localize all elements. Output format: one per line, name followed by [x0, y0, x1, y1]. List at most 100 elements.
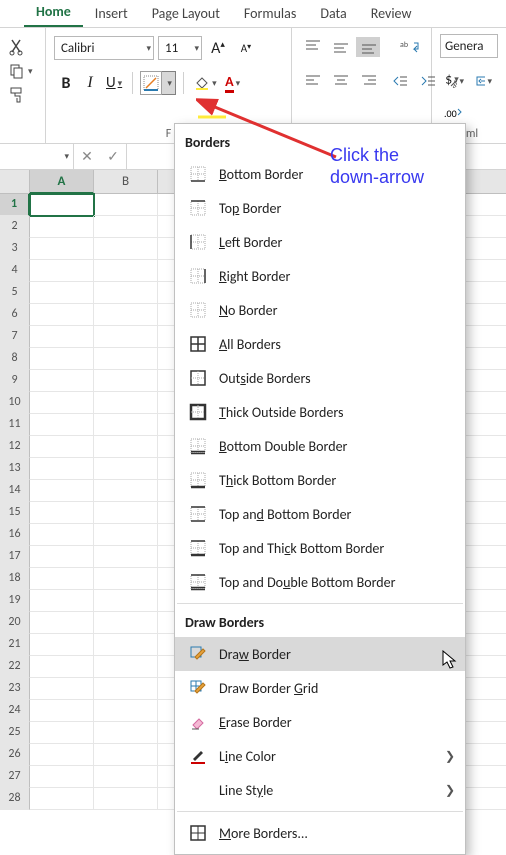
row-header[interactable]: 21 — [0, 634, 30, 656]
cell[interactable] — [30, 260, 94, 282]
cell[interactable] — [30, 788, 94, 810]
menu-item-b-topthick[interactable]: Top and Thick Bottom Border — [175, 531, 465, 565]
row-header[interactable]: 13 — [0, 458, 30, 480]
menu-item-b-left[interactable]: Left Border — [175, 225, 465, 259]
row-header[interactable]: 16 — [0, 524, 30, 546]
column-header-B[interactable]: B — [94, 170, 158, 194]
row-header[interactable]: 23 — [0, 678, 30, 700]
cell[interactable] — [94, 612, 158, 634]
cell[interactable] — [30, 436, 94, 458]
cell[interactable] — [94, 414, 158, 436]
cell[interactable] — [94, 678, 158, 700]
row-header[interactable]: 22 — [0, 656, 30, 678]
cell[interactable] — [94, 260, 158, 282]
cell[interactable] — [30, 304, 94, 326]
cell[interactable] — [94, 194, 158, 216]
borders-icon[interactable] — [140, 71, 162, 95]
column-header-A[interactable]: A — [30, 170, 94, 194]
font-name-combo[interactable]: Calibri ▾ — [54, 36, 154, 60]
cell[interactable] — [30, 766, 94, 788]
menu-item-b-tbottom[interactable]: Thick Bottom Border — [175, 463, 465, 497]
menu-item-b-bdouble[interactable]: Bottom Double Border — [175, 429, 465, 463]
tab-home[interactable]: Home — [24, 0, 83, 27]
cell[interactable] — [30, 546, 94, 568]
cell[interactable] — [94, 216, 158, 238]
cell[interactable] — [30, 392, 94, 414]
tab-formulas[interactable]: Formulas — [232, 0, 308, 27]
enter-formula-button[interactable]: ✓ — [100, 144, 126, 169]
wrap-text-button[interactable]: ab — [396, 34, 423, 60]
cell[interactable] — [30, 238, 94, 260]
accounting-format-button[interactable]: $▾ — [440, 66, 464, 92]
borders-split-button[interactable]: ▾ — [139, 70, 177, 96]
row-header[interactable]: 10 — [0, 392, 30, 414]
cell[interactable] — [30, 414, 94, 436]
tab-page-layout[interactable]: Page Layout — [140, 0, 232, 27]
font-size-combo[interactable]: 11 ▾ — [158, 36, 202, 60]
fill-color-button[interactable]: ▾ — [190, 70, 221, 96]
cell[interactable] — [94, 282, 158, 304]
cell[interactable] — [94, 766, 158, 788]
cell[interactable] — [94, 722, 158, 744]
cell[interactable] — [30, 612, 94, 634]
menu-item-linestyle[interactable]: Line Style❯ — [175, 773, 465, 807]
cell[interactable] — [94, 480, 158, 502]
cell[interactable] — [30, 458, 94, 480]
row-header[interactable]: 2 — [0, 216, 30, 238]
menu-item-b-topbot[interactable]: Top and Bottom Border — [175, 497, 465, 531]
row-header[interactable]: 1 — [0, 194, 30, 216]
cell[interactable] — [30, 634, 94, 656]
cell[interactable] — [94, 304, 158, 326]
row-header[interactable]: 5 — [0, 282, 30, 304]
cell[interactable] — [30, 502, 94, 524]
cell[interactable] — [94, 656, 158, 678]
tab-insert[interactable]: Insert — [83, 0, 140, 27]
menu-item-b-topdbl[interactable]: Top and Double Bottom Border — [175, 565, 465, 599]
select-all-corner[interactable] — [0, 170, 30, 194]
format-painter-button[interactable] — [8, 86, 37, 104]
cell[interactable] — [30, 722, 94, 744]
align-right-button[interactable] — [356, 71, 380, 91]
row-header[interactable]: 6 — [0, 304, 30, 326]
row-header[interactable]: 14 — [0, 480, 30, 502]
row-header[interactable]: 18 — [0, 568, 30, 590]
row-header[interactable]: 24 — [0, 700, 30, 722]
cell[interactable] — [30, 326, 94, 348]
cell[interactable] — [30, 524, 94, 546]
menu-item-erase[interactable]: Erase Border — [175, 705, 465, 739]
bottom-align-button[interactable] — [356, 37, 380, 57]
menu-item-b-outside[interactable]: Outside Borders — [175, 361, 465, 395]
cell[interactable] — [30, 216, 94, 238]
cell[interactable] — [94, 458, 158, 480]
cell[interactable] — [30, 568, 94, 590]
cell[interactable] — [94, 744, 158, 766]
menu-item-drawgrid[interactable]: Draw Border Grid — [175, 671, 465, 705]
cell[interactable] — [94, 392, 158, 414]
row-header[interactable]: 19 — [0, 590, 30, 612]
italic-button[interactable]: I — [78, 70, 102, 96]
cell[interactable] — [94, 238, 158, 260]
menu-item-b-thick[interactable]: Thick Outside Borders — [175, 395, 465, 429]
cell[interactable] — [30, 656, 94, 678]
menu-item-more-borders[interactable]: More Borders... — [175, 816, 465, 850]
middle-align-button[interactable] — [328, 37, 352, 57]
copy-button[interactable]: ▾ — [8, 62, 37, 80]
cell[interactable] — [30, 480, 94, 502]
cell[interactable] — [94, 370, 158, 392]
row-header[interactable]: 8 — [0, 348, 30, 370]
cell[interactable] — [94, 788, 158, 810]
cut-button[interactable] — [8, 38, 37, 56]
cell[interactable] — [30, 744, 94, 766]
cell[interactable] — [94, 436, 158, 458]
cell[interactable] — [30, 678, 94, 700]
borders-dropdown-button[interactable]: ▾ — [162, 71, 176, 95]
row-header[interactable]: 26 — [0, 744, 30, 766]
decrease-font-size-button[interactable]: A▾ — [234, 35, 258, 61]
cell[interactable] — [30, 370, 94, 392]
name-box[interactable]: ▾ — [0, 144, 74, 169]
row-header[interactable]: 9 — [0, 370, 30, 392]
row-header[interactable]: 25 — [0, 722, 30, 744]
number-format-combo[interactable]: Genera — [440, 34, 498, 58]
cell[interactable] — [94, 524, 158, 546]
row-header[interactable]: 7 — [0, 326, 30, 348]
